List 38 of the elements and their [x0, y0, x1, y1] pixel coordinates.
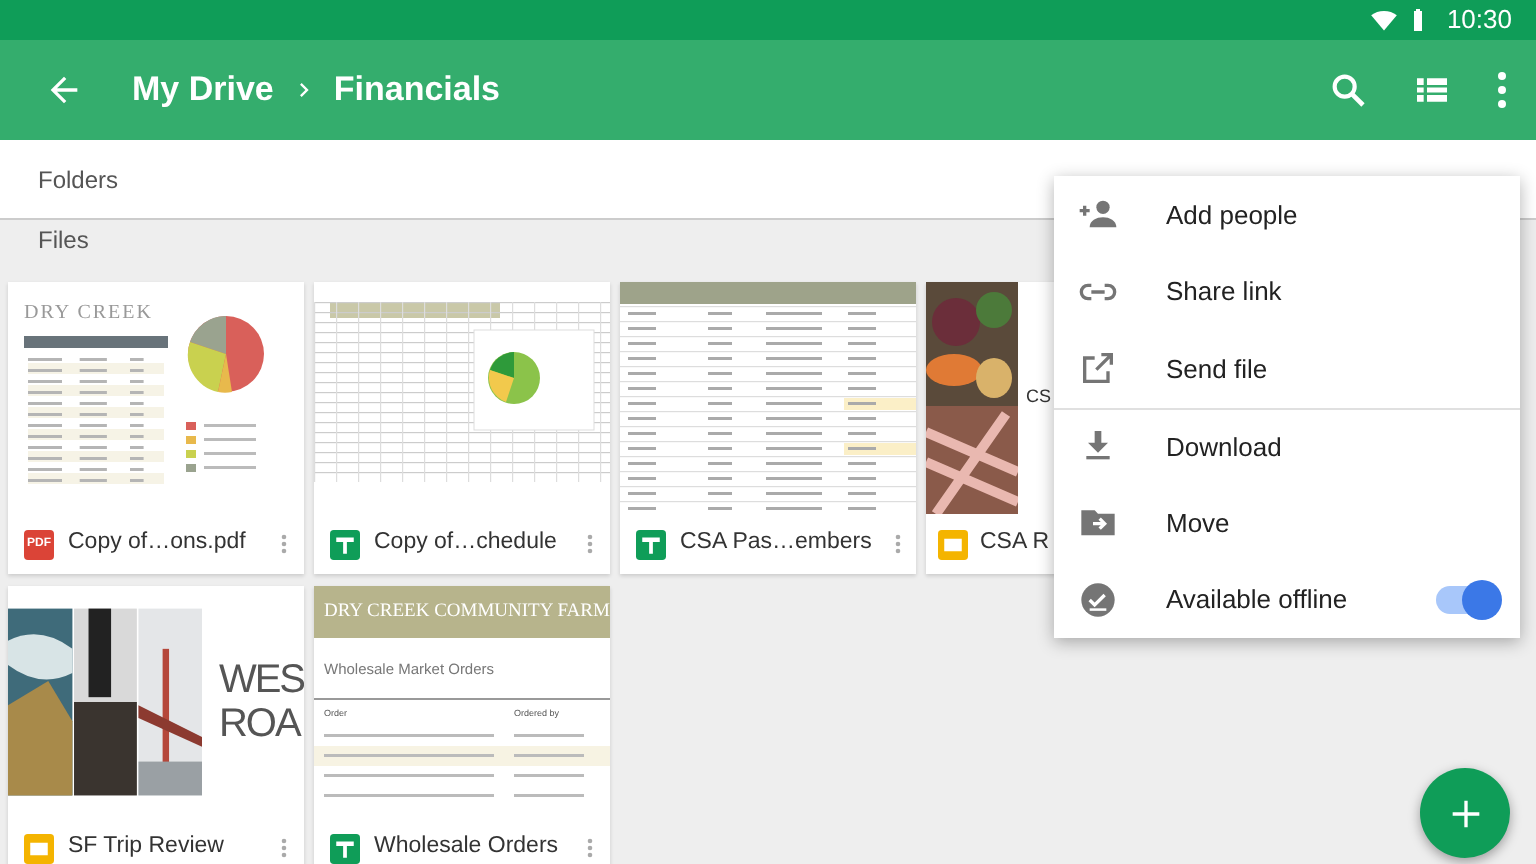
slide-title: CS: [1026, 384, 1052, 411]
slides-icon: [24, 833, 54, 863]
more-options-button[interactable]: [1496, 70, 1508, 110]
wifi-icon: [1370, 6, 1399, 34]
file-card[interactable]: WES ROA SF Trip Review: [8, 586, 304, 864]
spreadsheet-icon: [330, 529, 360, 559]
slides-icon: [938, 529, 968, 559]
menu-item[interactable]: Move: [1054, 484, 1520, 561]
document-banner: DRY CREEK COMMUNITY FARM: [314, 586, 610, 638]
toggle-switch[interactable]: [1436, 585, 1496, 614]
file-name: CSA R: [980, 528, 1052, 559]
file-name: Copy of…ons.pdf: [68, 528, 248, 559]
file-name: Wholesale Orders: [374, 832, 561, 863]
file-card[interactable]: CSA Pas…embers: [620, 282, 916, 574]
file-name: Copy of…chedule: [374, 528, 559, 559]
slide-title: ROA: [218, 702, 303, 746]
file-card[interactable]: CS CSA R: [926, 282, 1058, 574]
file-card[interactable]: Copy of…chedule: [314, 282, 610, 574]
menu-item[interactable]: Available offline: [1054, 561, 1520, 638]
spreadsheet-icon: [330, 833, 360, 863]
app-more-vertical-icon: [1496, 70, 1508, 110]
document-heading: DRY CREEK: [24, 300, 155, 328]
search-icon: [1328, 70, 1368, 110]
menu-item[interactable]: Send file: [1054, 330, 1520, 407]
file-name: SF Trip Review: [68, 832, 226, 863]
open-external-icon: [1078, 348, 1118, 389]
spreadsheet-icon: [636, 529, 666, 559]
section-header: Folders: [38, 163, 119, 197]
file-name: CSA Pas…embers: [680, 528, 872, 559]
slide-title: WES: [218, 658, 304, 702]
time-text: 10:30: [1446, 2, 1512, 39]
menu-item[interactable]: Add people: [1054, 176, 1520, 253]
menu-item[interactable]: Share link: [1054, 253, 1520, 330]
add-button[interactable]: [1420, 768, 1510, 858]
search-button[interactable]: [1328, 70, 1368, 110]
menu-item[interactable]: Download: [1054, 407, 1520, 484]
check-circle-icon: [1078, 579, 1118, 620]
section-header: Files: [38, 224, 89, 258]
